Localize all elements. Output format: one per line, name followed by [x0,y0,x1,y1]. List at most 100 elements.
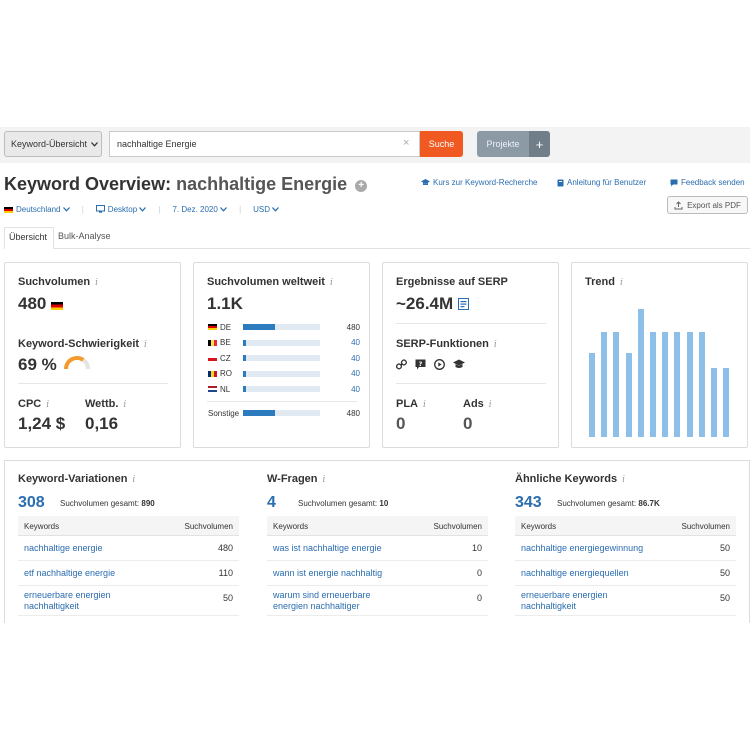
keyword-link[interactable]: nachhaltige energie [24,543,214,554]
add-project-button[interactable]: + [529,131,550,157]
trend-bar[interactable] [662,332,669,437]
clear-search-icon[interactable]: × [403,137,409,149]
global-volume-value: 1.1K [207,294,243,313]
country-bar-track [243,370,320,377]
ads-title: Ads i [463,398,492,410]
trend-bar[interactable] [625,352,632,437]
user-guide-link[interactable]: Anleitung für Benutzer [557,178,646,187]
header-volume: Suchvolumen [681,522,730,531]
keyword-volume: 0 [476,593,482,603]
info-icon[interactable]: i [622,475,625,485]
difficulty-title: Keyword-Schwierigkeit i [18,338,147,350]
country-value[interactable]: 40 [351,354,360,363]
country-code: CZ [220,353,231,363]
keyword-ideas-panel: Keyword-Variationen i 308 Suchvolumen gesam… [4,460,750,623]
date-filter[interactable]: 7. Dez. 2020 [172,205,228,214]
serp-details-icon[interactable] [457,298,469,310]
faq-icon[interactable]: ? [415,359,426,370]
course-link[interactable]: Kurs zur Keyword-Recherche [421,178,537,187]
filter-bar: Deutschland | Desktop | 7. Dez. 2020 | U… [4,205,280,214]
trend-bar[interactable] [650,332,656,437]
video-icon[interactable] [434,359,445,370]
trend-bar[interactable] [589,352,595,437]
volume-value-row: 480 [18,294,66,314]
table-row: nachhaltige energiequellen 50 [515,561,736,586]
tool-dropdown[interactable]: Keyword-Übersicht [4,131,102,157]
trend-bar[interactable] [711,367,717,437]
trend-bar[interactable] [613,332,620,437]
info-icon[interactable]: i [132,475,135,485]
keyword-link[interactable]: etf nachhaltige energie [24,568,214,579]
volume-card: Suchvolumen i 480 Keyword-Schwierigkeit i … [4,262,181,448]
flag-de-icon [208,324,217,330]
column-count[interactable]: 4 [267,494,276,512]
country-bar-fill [243,370,247,377]
keyword-link[interactable]: warum sind erneuerbare energien nachhalt… [273,590,393,612]
keyword-link[interactable]: nachhaltige energiegewinnung [521,543,711,554]
add-keyword-icon[interactable]: + [355,180,368,192]
info-icon[interactable]: i [123,400,126,410]
keyword-volume: 110 [218,568,233,578]
country-value[interactable]: 40 [351,385,360,394]
book-icon [557,179,564,186]
cpc-title: CPC i [18,398,49,410]
projects-button[interactable]: Projekte [477,131,529,157]
graduation-cap-icon [421,179,430,185]
country-value[interactable]: 40 [351,338,360,347]
trend-bar[interactable] [637,309,644,437]
header-keywords: Keywords [24,522,60,531]
other-bar-track [243,410,320,416]
chevron-down-icon [272,207,280,212]
serp-features-title: SERP-Funktionen i [396,338,497,350]
country-row-other: Sonstige 480 [208,407,360,419]
currency-filter[interactable]: USD [253,205,280,214]
currency-filter-label: USD [253,205,271,214]
info-icon[interactable]: i [489,400,492,410]
upload-icon [674,200,683,209]
pla-title: PLA i [396,398,426,410]
device-filter[interactable]: Desktop [95,205,147,214]
trend-bar[interactable] [686,332,693,437]
info-icon[interactable]: i [323,475,326,485]
trend-bar[interactable] [601,332,608,437]
country-bar-fill [243,339,247,346]
feedback-link-label: Feedback senden [681,178,745,187]
total-value: 10 [379,499,389,508]
column-count[interactable]: 343 [515,494,542,512]
info-icon[interactable]: i [423,400,426,410]
info-icon[interactable]: i [620,278,623,288]
link-icon[interactable] [396,359,407,370]
keyword-link[interactable]: erneuerbare energien nachhaltigkeit [521,590,641,612]
trend-bar[interactable] [723,367,730,437]
trend-bar[interactable] [698,332,705,437]
export-pdf-button[interactable]: Export als PDF [667,196,748,214]
info-icon[interactable]: i [330,278,333,288]
tab-overview[interactable]: Übersicht [4,227,55,249]
serp-results-value: ~26.4M [396,294,454,313]
info-icon[interactable]: i [95,278,98,288]
trend-bar[interactable] [674,332,681,437]
info-icon[interactable]: i [46,400,49,410]
svg-text:?: ? [419,360,423,368]
table-row: etf nachhaltige energie 110 [18,561,239,586]
column-count[interactable]: 308 [18,494,45,512]
keyword-link[interactable]: nachhaltige energiequellen [521,568,711,579]
other-value: 480 [346,408,360,418]
keyword-link[interactable]: wann ist energie nachhaltig [273,568,463,579]
graduation-cap-icon[interactable] [453,359,465,369]
keyword-link[interactable]: was ist nachhaltige energie [273,543,463,554]
keyword-search-input[interactable]: nachhaltige Energie [109,131,420,157]
chevron-down-icon [62,207,70,212]
page-title-keyword: nachhaltige Energie [176,174,348,194]
total-label: Suchvolumen gesamt: [298,499,378,508]
other-bar-fill [243,410,276,416]
tab-bulk-analysis[interactable]: Bulk-Analyse [54,227,117,248]
search-button[interactable]: Suche [420,131,463,157]
table-row: erneuerbare energien nachhaltigkeit 50 [18,586,239,616]
country-value[interactable]: 40 [351,369,360,378]
feedback-link[interactable]: Feedback senden [670,178,745,187]
country-filter[interactable]: Deutschland [4,205,70,214]
keyword-link[interactable]: erneuerbare energien nachhaltigkeit [24,590,144,612]
info-icon[interactable]: i [494,340,497,350]
info-icon[interactable]: i [144,340,147,350]
